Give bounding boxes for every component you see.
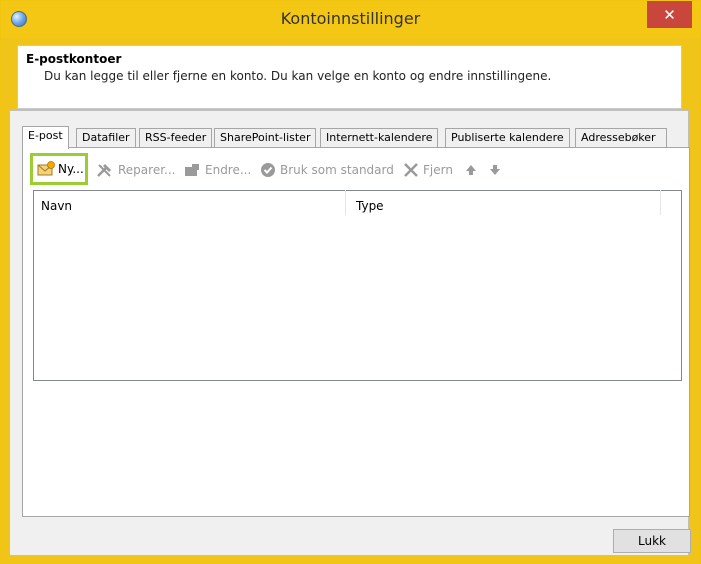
new-account-button[interactable]: Ny... [30,153,88,185]
remove-x-icon [403,162,419,178]
set-default-button[interactable]: Bruk som standard [260,160,394,180]
tab-address-books[interactable]: Adressebøker [575,128,667,147]
set-default-label: Bruk som standard [280,163,394,177]
account-list[interactable] [33,190,682,381]
column-header-name[interactable]: Navn [35,190,345,215]
window-title: Kontoinnstillinger [280,9,421,28]
tab-sharepoint-lists[interactable]: SharePoint-lister [214,128,317,147]
new-account-icon [37,161,55,177]
checkmark-circle-icon [260,162,276,178]
title-bar[interactable]: Kontoinnstillinger ✕ [1,1,700,38]
close-dialog-button[interactable]: Lukk [613,529,691,553]
arrow-down-icon [489,163,501,177]
column-divider[interactable] [345,190,346,215]
change-label: Endre... [205,163,252,177]
new-account-label: Ny... [58,162,84,176]
move-up-button[interactable] [465,160,477,180]
tab-published-calendars[interactable]: Publiserte kalendere [445,128,570,147]
column-header-type[interactable]: Type [350,190,660,215]
tab-email[interactable]: E-post [22,126,69,149]
column-divider[interactable] [660,190,661,215]
section-title: E-postkontoer [26,52,122,66]
arrow-up-icon [465,163,477,177]
move-down-button[interactable] [489,160,501,180]
tab-rss-feeds[interactable]: RSS-feeder [139,128,213,147]
remove-button[interactable]: Fjern [403,160,453,180]
remove-label: Fjern [423,163,453,177]
close-window-button[interactable]: ✕ [647,1,692,28]
tab-internet-calendars[interactable]: Internett-kalendere [320,128,439,147]
repair-button[interactable]: Reparer... [96,160,175,180]
section-description: Du kan legge til eller fjerne en konto. … [44,69,552,83]
repair-tools-icon [96,162,114,178]
repair-label: Reparer... [118,163,176,177]
tab-data-files[interactable]: Datafiler [76,128,136,147]
change-icon [183,162,201,178]
change-button[interactable]: Endre... [183,160,251,180]
